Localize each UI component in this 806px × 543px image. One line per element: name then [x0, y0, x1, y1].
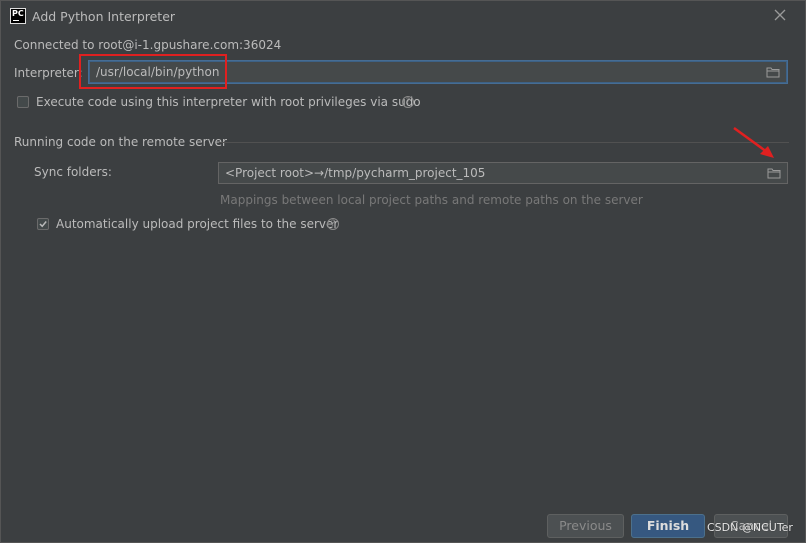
interpreter-path-input[interactable]: [96, 62, 756, 82]
connection-status: Connected to root@i-1.gpushare.com:36024: [14, 38, 282, 52]
add-python-interpreter-dialog: PC Add Python Interpreter Connected to r…: [0, 0, 806, 543]
dialog-title: Add Python Interpreter: [32, 9, 176, 24]
help-icon[interactable]: ?: [402, 96, 414, 108]
checkmark-icon: [39, 221, 47, 228]
sync-folders-field[interactable]: [218, 162, 806, 184]
cancel-button[interactable]: Cancel: [714, 514, 788, 538]
sync-folders-label: Sync folders:: [34, 165, 112, 179]
interpreter-path-field[interactable]: [89, 61, 787, 83]
sync-folders-input[interactable]: [225, 163, 806, 183]
close-icon[interactable]: [773, 8, 787, 22]
previous-button[interactable]: Previous: [547, 514, 624, 538]
help-icon[interactable]: ?: [327, 218, 339, 230]
auto-upload-checkbox[interactable]: [37, 218, 49, 230]
pycharm-icon: PC: [10, 8, 26, 24]
remote-section-title: Running code on the remote server: [14, 135, 227, 149]
auto-upload-label: Automatically upload project files to th…: [56, 217, 339, 231]
sudo-checkbox[interactable]: [17, 96, 29, 108]
red-arrow-annotation: [733, 126, 774, 158]
folder-icon[interactable]: [766, 66, 780, 78]
section-divider: [219, 142, 789, 143]
sudo-option-label: Execute code using this interpreter with…: [36, 95, 421, 109]
title-bar: PC Add Python Interpreter: [1, 1, 805, 33]
folder-icon[interactable]: [767, 167, 781, 179]
interpreter-label: Interpreter:: [14, 66, 83, 80]
sync-folders-hint: Mappings between local project paths and…: [220, 193, 643, 207]
finish-button[interactable]: Finish: [631, 514, 705, 538]
